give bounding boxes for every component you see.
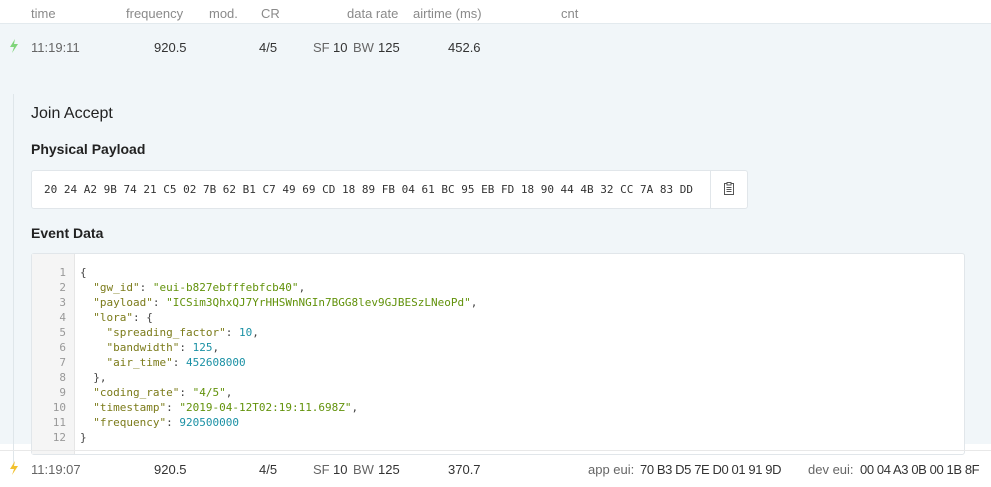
col-cnt: cnt	[561, 6, 579, 21]
code-line: },	[93, 371, 107, 384]
row-airtime: 452.6	[448, 40, 481, 55]
row-bw-value: 125	[378, 462, 400, 477]
line-number: 6	[59, 341, 66, 354]
line-number: 8	[59, 371, 66, 384]
json-viewer[interactable]: 1 2 3 4 5 6 7 8 9 10 11 12 { "gw_id": "e…	[31, 253, 965, 455]
clipboard-icon	[724, 182, 734, 195]
code-line: "timestamp": "2019-04-12T02:19:11.698Z",	[93, 401, 359, 414]
line-number: 4	[59, 311, 66, 324]
col-cr: CR	[261, 6, 280, 21]
code-line: "bandwidth": 125,	[106, 341, 220, 354]
traffic-row[interactable]: 11:19:07 920.5 4/5 SF 10 BW 125 370.7 ap…	[0, 450, 991, 487]
row-cr: 4/5	[259, 462, 278, 477]
line-number: 11	[52, 416, 66, 429]
row-bw-value: 125	[378, 40, 400, 55]
line-number: 3	[59, 296, 66, 309]
row-time: 11:19:11	[31, 40, 80, 55]
line-number: 7	[59, 356, 66, 369]
code-line: "air_time": 452608000	[106, 356, 246, 369]
line-number: 1	[59, 266, 66, 279]
line-number: 9	[59, 386, 66, 399]
app-eui-value: 70 B3 D5 7E D0 01 91 9D	[640, 462, 782, 477]
downlink-bolt-icon	[10, 461, 18, 475]
row-frequency: 920.5	[154, 462, 187, 477]
col-frequency: frequency	[126, 6, 184, 21]
event-title: Join Accept	[31, 105, 113, 122]
line-number: 5	[59, 326, 66, 339]
code-line: "spreading_factor": 10,	[106, 326, 259, 339]
code-line: "lora": {	[93, 311, 153, 324]
col-data-rate: data rate	[347, 6, 399, 21]
row-sf-value: 10	[333, 462, 348, 477]
row-bw-label: BW	[353, 462, 374, 477]
app-eui-label: app eui:	[588, 462, 635, 477]
copy-button[interactable]	[710, 171, 747, 208]
row-time: 11:19:07	[31, 462, 81, 477]
row-airtime: 370.7	[448, 462, 481, 477]
row-frequency: 920.5	[154, 40, 187, 55]
code-line: "payload": "ICSim3QhxQJ7YrHHSWnNGIn7BGG8…	[93, 296, 478, 309]
row-bw-label: BW	[353, 40, 374, 55]
line-number: 12	[52, 431, 66, 444]
line-number: 10	[52, 401, 66, 414]
traffic-row-expanded[interactable]: 11:19:11 920.5 4/5 SF 10 BW 125 452.6	[0, 29, 991, 65]
col-time: time	[31, 6, 56, 21]
dev-eui-label: dev eui:	[808, 462, 854, 477]
col-airtime: airtime (ms)	[413, 6, 482, 21]
line-number: 2	[59, 281, 66, 294]
code-line: "coding_rate": "4/5",	[93, 386, 233, 399]
event-data-heading: Event Data	[31, 225, 104, 241]
payload-hex[interactable]: 20 24 A2 9B 74 21 C5 02 7B 62 B1 C7 49 6…	[44, 183, 693, 196]
event-detail: Join Accept Physical Payload 20 24 A2 9B…	[13, 94, 991, 464]
code-line: "gw_id": "eui-b827ebfffebfcb40",	[93, 281, 306, 294]
payload-field: 20 24 A2 9B 74 21 C5 02 7B 62 B1 C7 49 6…	[31, 170, 748, 209]
physical-payload-heading: Physical Payload	[31, 141, 146, 157]
line-number-gutter: 1 2 3 4 5 6 7 8 9 10 11 12	[32, 254, 75, 454]
code-line: "frequency": 920500000	[93, 416, 239, 429]
row-sf-label: SF	[313, 462, 330, 477]
uplink-bolt-icon	[10, 39, 18, 53]
row-cr: 4/5	[259, 40, 278, 55]
col-mod: mod.	[209, 6, 238, 21]
row-sf-value: 10	[333, 40, 348, 55]
dev-eui-value: 00 04 A3 0B 00 1B 8F	[860, 462, 980, 477]
expanded-traffic-item: 11:19:11 920.5 4/5 SF 10 BW 125 452.6 Jo…	[0, 23, 991, 464]
table-header: time frequency mod. CR data rate airtime…	[0, 0, 991, 23]
row-sf-label: SF	[313, 40, 330, 55]
code-line: }	[80, 431, 87, 444]
code-line: {	[80, 266, 87, 279]
